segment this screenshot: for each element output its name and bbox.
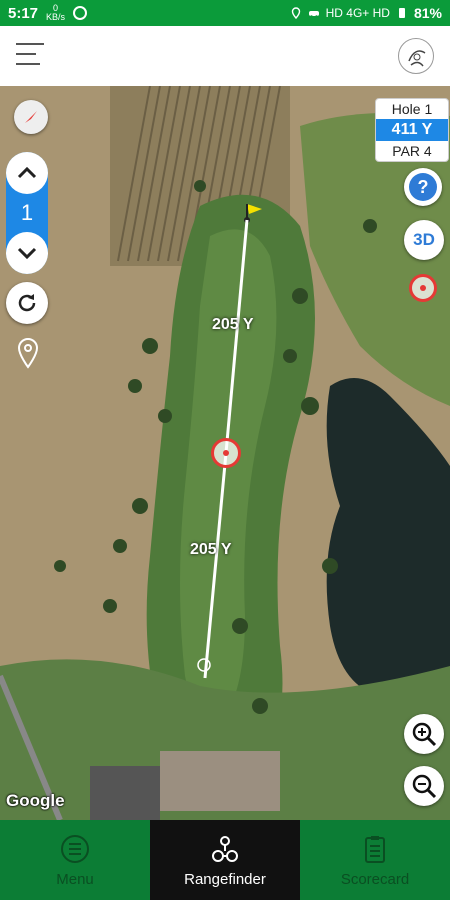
google-attribution: Google — [6, 791, 65, 810]
help-button[interactable]: ? — [404, 168, 442, 206]
refresh-button[interactable] — [6, 282, 48, 324]
rangefinder-icon — [212, 835, 238, 862]
nav-menu[interactable]: Menu — [0, 820, 150, 900]
distance-from-tee-label: 205 Y — [190, 541, 232, 558]
status-bar: 5:17 0 KB/s HD 4G+ HD 81% — [0, 0, 450, 26]
zoom-in-icon — [412, 722, 437, 747]
course-map[interactable]: 1 Hole 1 411 Y PAR 4 ? 3D 205 Y 205 Y Go… — [0, 86, 450, 820]
compass-icon[interactable] — [14, 100, 48, 134]
nav-menu-label: Menu — [56, 870, 94, 888]
car-icon — [308, 11, 319, 18]
scorecard-icon — [365, 835, 385, 863]
hole-number: 1 — [20, 200, 34, 225]
zoom-in-button[interactable] — [404, 714, 444, 754]
chevron-up-icon — [17, 167, 37, 179]
app-header — [0, 26, 450, 86]
previous-hole-button[interactable] — [6, 152, 48, 194]
aim-target-marker[interactable] — [211, 438, 241, 468]
hole-par: PAR 4 — [392, 143, 432, 159]
hole-info-card: Hole 1 411 Y PAR 4 — [375, 98, 449, 162]
nav-rangefinder-label: Rangefinder — [184, 870, 266, 888]
hole-title: Hole 1 — [391, 101, 433, 117]
distance-to-pin-label: 205 Y — [212, 316, 254, 333]
menu-list-icon — [61, 834, 89, 863]
view-3d-button[interactable]: 3D — [404, 220, 444, 260]
nav-rangefinder[interactable]: Rangefinder — [150, 820, 300, 900]
help-icon: ? — [409, 173, 437, 201]
vpn-icon — [73, 6, 88, 20]
refresh-icon — [18, 294, 36, 312]
battery-icon — [398, 8, 405, 18]
target-marker[interactable] — [409, 274, 437, 302]
next-hole-button[interactable] — [6, 232, 48, 274]
bottom-navigation: Menu Rangefinder Scorecard — [0, 820, 450, 900]
data-rate: 0 KB/s — [46, 3, 66, 22]
zoom-out-icon — [412, 774, 437, 799]
location-pin-icon[interactable] — [16, 337, 40, 369]
battery-percent: 81% — [413, 5, 442, 21]
clock: 5:17 — [8, 4, 39, 22]
nav-scorecard-label: Scorecard — [340, 870, 410, 888]
hole-stepper: 1 — [6, 152, 48, 274]
hamburger-icon[interactable] — [16, 43, 44, 67]
location-icon — [291, 7, 300, 19]
club-logo-icon[interactable] — [398, 38, 434, 74]
zoom-out-button[interactable] — [404, 766, 444, 806]
nav-scorecard[interactable]: Scorecard — [300, 820, 450, 900]
status-right: HD 4G+ HD 81% — [290, 5, 442, 21]
network-indicator: HD 4G+ HD — [325, 6, 390, 20]
chevron-down-icon — [17, 247, 37, 259]
hole-yardage: 411 Y — [376, 119, 448, 141]
